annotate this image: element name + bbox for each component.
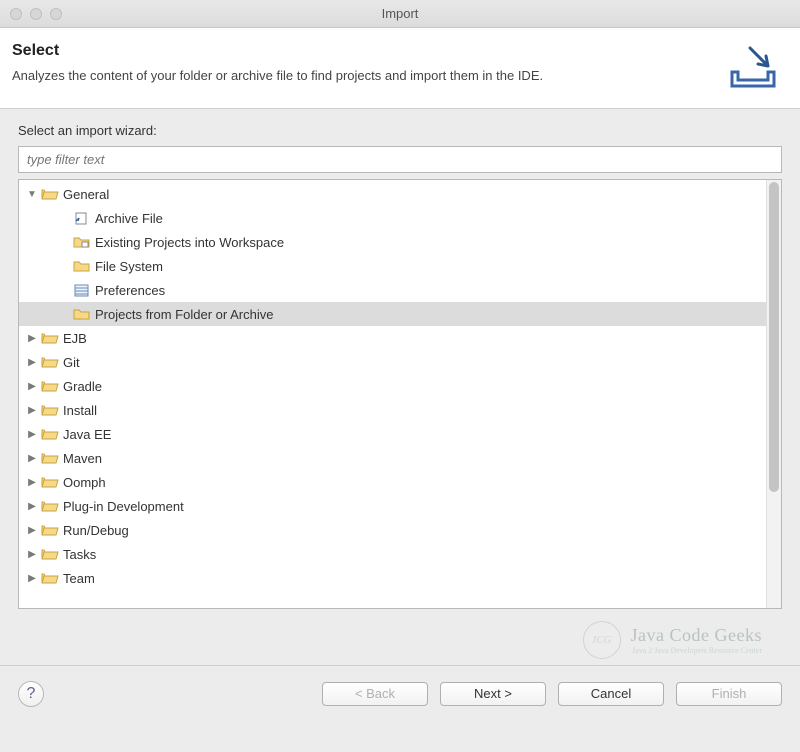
tree-category[interactable]: ▶ Maven [19, 446, 766, 470]
help-button[interactable]: ? [18, 681, 44, 707]
tree-item-label: File System [95, 259, 163, 274]
tree-item-label: Projects from Folder or Archive [95, 307, 273, 322]
folder-icon [41, 498, 59, 514]
scrollbar[interactable] [766, 180, 781, 608]
chevron-right-icon[interactable]: ▶ [25, 475, 39, 489]
tree-viewport[interactable]: ▼ General Archive File Existing Projects in… [19, 180, 766, 608]
import-icon [724, 42, 782, 90]
tree-category[interactable]: ▶ Team [19, 566, 766, 590]
chevron-right-icon[interactable]: ▶ [25, 379, 39, 393]
folder-icon [41, 546, 59, 562]
watermark-sub: Java 2 Java Developers Resource Center [631, 646, 762, 655]
chevron-right-icon[interactable]: ▶ [25, 427, 39, 441]
tree-wizard-item[interactable]: Preferences [19, 278, 766, 302]
tree-wizard-item[interactable]: Projects from Folder or Archive [19, 302, 766, 326]
folder-icon [73, 306, 91, 322]
wizard-body: Select an import wizard: ▼ General Archive… [0, 109, 800, 665]
folder-icon [73, 258, 91, 274]
folder-icon [41, 450, 59, 466]
chevron-right-icon[interactable]: ▶ [25, 331, 39, 345]
archive-icon [73, 210, 91, 226]
chevron-right-icon[interactable]: ▶ [25, 523, 39, 537]
folder-icon [41, 378, 59, 394]
wizard-footer: ? < Back Next > Cancel Finish [0, 665, 800, 721]
tree-category[interactable]: ▼ General [19, 182, 766, 206]
tree-category[interactable]: ▶ Install [19, 398, 766, 422]
chevron-right-icon[interactable]: ▶ [25, 355, 39, 369]
tree-item-label: Existing Projects into Workspace [95, 235, 284, 250]
tree-item-label: Archive File [95, 211, 163, 226]
page-title: Select [12, 42, 543, 60]
chevron-right-icon[interactable]: ▶ [25, 499, 39, 513]
wizard-header: Select Analyzes the content of your fold… [0, 28, 800, 109]
titlebar: Import [0, 0, 800, 28]
folder-icon [41, 426, 59, 442]
tree-category[interactable]: ▶ Run/Debug [19, 518, 766, 542]
folder-icon [41, 186, 59, 202]
tree-item-label: Oomph [63, 475, 106, 490]
window-title: Import [0, 6, 800, 21]
folder-icon [41, 330, 59, 346]
prefs-icon [73, 282, 91, 298]
tree-item-label: Tasks [63, 547, 96, 562]
tree-category[interactable]: ▶ Git [19, 350, 766, 374]
folder-icon [41, 522, 59, 538]
chevron-right-icon[interactable]: ▶ [25, 403, 39, 417]
tree-category[interactable]: ▶ Gradle [19, 374, 766, 398]
tree-item-label: Run/Debug [63, 523, 129, 538]
tree-wizard-item[interactable]: Archive File [19, 206, 766, 230]
watermark-text: Java Code Geeks [631, 625, 762, 645]
tree-item-label: Preferences [95, 283, 165, 298]
folder-icon [41, 570, 59, 586]
tree-item-label: Install [63, 403, 97, 418]
wizard-tree: ▼ General Archive File Existing Projects in… [18, 179, 782, 609]
tree-category[interactable]: ▶ Plug-in Development [19, 494, 766, 518]
watermark: JCG Java Code Geeks Java 2 Java Develope… [18, 609, 782, 665]
tree-category[interactable]: ▶ Java EE [19, 422, 766, 446]
tree-item-label: Gradle [63, 379, 102, 394]
chevron-right-icon[interactable]: ▶ [25, 547, 39, 561]
next-button[interactable]: Next > [440, 682, 546, 706]
tree-item-label: Git [63, 355, 80, 370]
tree-category[interactable]: ▶ Tasks [19, 542, 766, 566]
folder-icon [41, 474, 59, 490]
filter-label: Select an import wizard: [18, 123, 782, 138]
tree-item-label: Team [63, 571, 95, 586]
cancel-button[interactable]: Cancel [558, 682, 664, 706]
page-description: Analyzes the content of your folder or a… [12, 68, 543, 83]
tree-wizard-item[interactable]: File System [19, 254, 766, 278]
folder-icon [41, 402, 59, 418]
finish-button[interactable]: Finish [676, 682, 782, 706]
chevron-right-icon[interactable]: ▶ [25, 571, 39, 585]
tree-item-label: Maven [63, 451, 102, 466]
tree-item-label: Java EE [63, 427, 111, 442]
folder-icon [41, 354, 59, 370]
tree-category[interactable]: ▶ Oomph [19, 470, 766, 494]
tree-wizard-item[interactable]: Existing Projects into Workspace [19, 230, 766, 254]
filter-input[interactable] [18, 146, 782, 173]
watermark-badge: JCG [583, 621, 621, 659]
scroll-thumb[interactable] [769, 182, 779, 492]
back-button[interactable]: < Back [322, 682, 428, 706]
tree-item-label: EJB [63, 331, 87, 346]
tree-item-label: Plug-in Development [63, 499, 184, 514]
tree-item-label: General [63, 187, 109, 202]
project-folder-icon [73, 234, 91, 250]
chevron-down-icon[interactable]: ▼ [25, 187, 39, 201]
tree-category[interactable]: ▶ EJB [19, 326, 766, 350]
chevron-right-icon[interactable]: ▶ [25, 451, 39, 465]
